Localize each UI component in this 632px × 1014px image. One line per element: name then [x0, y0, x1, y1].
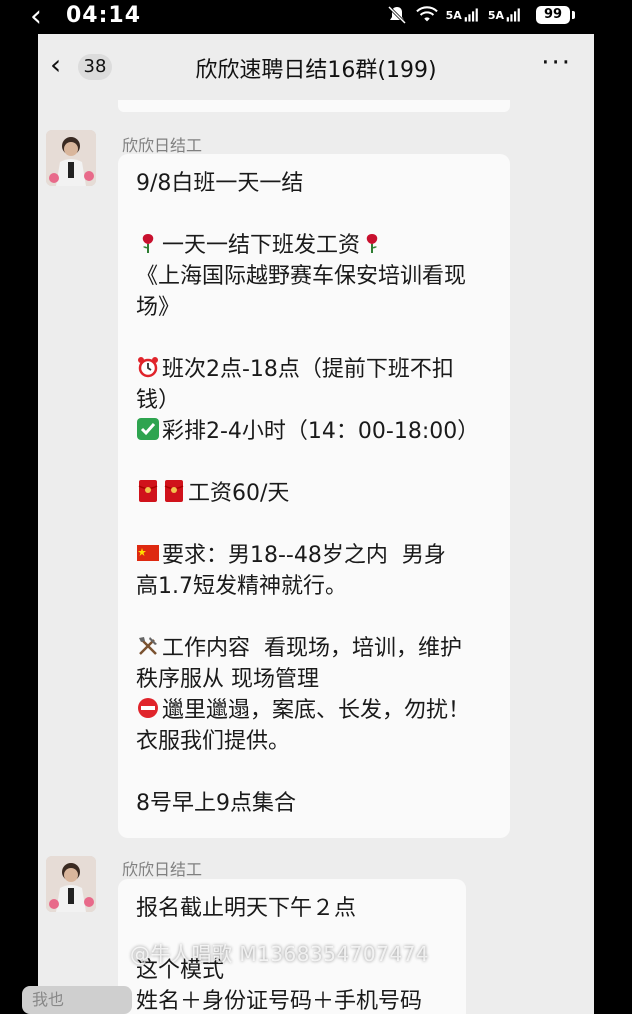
message-line: 邋里邋遢，案底、长发，勿扰！	[136, 695, 492, 726]
check-mark-icon	[137, 418, 159, 440]
status-back-glyph: ‹	[30, 0, 42, 34]
chat-title: 欣欣速聘日结16群(199)	[195, 58, 437, 83]
message-line: 报名截止明天下午２点	[136, 896, 357, 921]
message-line-text: 要求：男18--48岁之内 男身	[162, 543, 446, 568]
china-flag-icon	[137, 545, 159, 561]
message-line-text: 工作内容 看现场，培训，维护	[162, 636, 462, 661]
sender-name: 欣欣日结工	[122, 136, 203, 155]
message-bubble[interactable]: 9/8白班一天一结 一天一结下班发工资 《上海国际越野赛车保安培训看现 场》 班…	[118, 154, 510, 838]
mute-bell-icon	[387, 5, 406, 25]
message-line: 秩序服从 现场管理	[136, 667, 319, 692]
message-line	[136, 323, 492, 354]
chat-screen: ‹ 38 欣欣速聘日结16群(199) ··· 欣欣日结工 9/8白班一天一结 …	[38, 34, 594, 1014]
signal-1-icon	[464, 8, 478, 22]
message-line: 工作内容 看现场，培训，维护	[136, 633, 492, 664]
signal-2-label: 5A	[487, 8, 504, 22]
message-line	[136, 199, 492, 230]
more-options-icon[interactable]: ···	[541, 48, 572, 78]
chat-title-bar: ‹ 38 欣欣速聘日结16群(199) ···	[38, 34, 594, 98]
alarm-clock-icon	[138, 357, 158, 378]
message-line	[136, 757, 492, 788]
message-line: 高1.7短发精神就行。	[136, 574, 347, 599]
message-line: 姓名＋身份证号码＋手机号码	[136, 989, 423, 1014]
message-line: 工资60/天	[136, 478, 492, 509]
avatar-photo-icon	[46, 856, 96, 912]
avatar-photo-icon	[46, 130, 96, 186]
sender-name: 欣欣日结工	[122, 860, 203, 879]
status-time: 04:14	[66, 3, 142, 28]
message-line-text: 彩排2-4小时（14：00-18:00）	[162, 419, 480, 444]
battery-icon: 99	[536, 6, 575, 24]
signal-2-icon	[506, 8, 520, 22]
message-line	[136, 509, 492, 540]
message-line: 彩排2-4小时（14：00-18:00）	[136, 416, 492, 447]
message-line-text: 工资60/天	[188, 481, 290, 506]
message-line: 要求：男18--48岁之内 男身	[136, 540, 492, 571]
sender-avatar[interactable]	[46, 130, 96, 186]
message-line: 8号早上9点集合	[136, 791, 296, 816]
message-line: 钱）	[136, 388, 181, 413]
no-entry-icon	[138, 698, 158, 718]
wifi-icon	[415, 6, 438, 22]
message-line-text: 一天一结下班发工资	[162, 233, 361, 258]
message-line: 《上海国际越野赛车保安培训看现	[136, 264, 467, 289]
signal-1-label: 5A	[445, 8, 462, 22]
watermark-text: @牛人唱歌 M1368354707474	[130, 942, 430, 966]
status-bar: ‹ 04:14 5A 5A 99	[0, 0, 632, 34]
message-line: 场》	[136, 295, 181, 320]
message-line: 一天一结下班发工资	[136, 230, 492, 261]
red-envelope-icon	[138, 480, 158, 502]
message-line	[136, 447, 492, 478]
red-envelope-icon	[164, 480, 184, 502]
sender-avatar[interactable]	[46, 856, 96, 912]
message-line	[136, 602, 492, 633]
status-icons: 5A 5A	[386, 5, 522, 25]
previous-message-bubble	[118, 100, 510, 112]
hammer-pick-icon	[139, 637, 157, 655]
message-line: 班次2点-18点（提前下班不扣	[136, 354, 492, 385]
message-line: 衣服我们提供。	[136, 729, 291, 754]
message-line-text: 邋里邋遢，案底、长发，勿扰！	[162, 698, 471, 723]
message-line-text: 班次2点-18点（提前下班不扣	[162, 357, 454, 382]
rose-icon	[142, 234, 154, 253]
rose-icon	[366, 234, 378, 253]
message-line: 9/8白班一天一结	[136, 171, 304, 196]
bottom-overlay-chip: 我也	[22, 986, 132, 1014]
